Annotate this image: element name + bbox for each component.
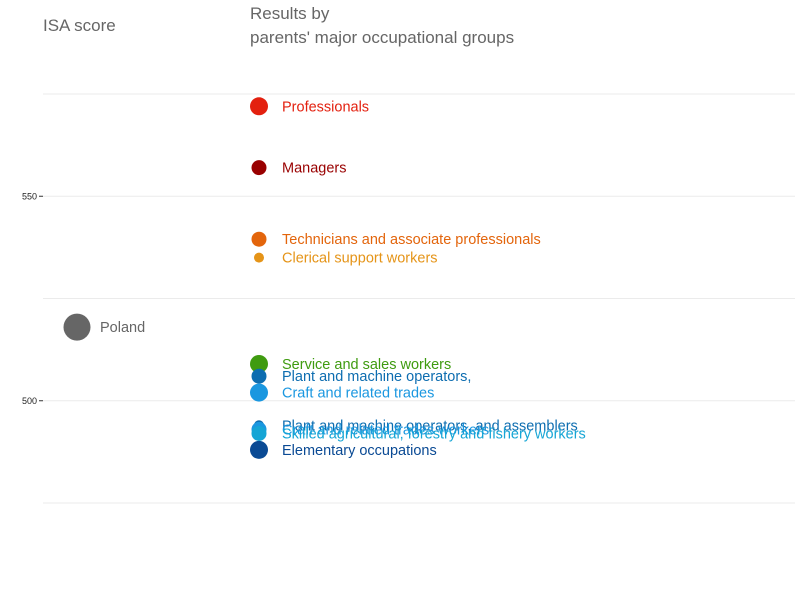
country-label: Poland — [100, 320, 145, 336]
y-tick-label: 550 — [22, 191, 37, 201]
group-point — [251, 368, 267, 384]
data-points: Poland Professionals Managers Technicians a… — [63, 97, 586, 459]
isa-score-chart: ISA score Results by parents' major occu… — [22, 4, 795, 504]
chart-title-line-1: Results by — [250, 4, 330, 23]
group-point — [251, 425, 267, 441]
group-point — [250, 383, 268, 402]
group-label: Clerical support workers — [282, 251, 438, 267]
group-point — [250, 440, 268, 459]
y-axis-ticks: 500 550 — [22, 191, 43, 406]
country-point — [63, 313, 91, 341]
group-point — [254, 252, 264, 263]
y-axis-title: ISA score — [43, 16, 116, 35]
group-label: Managers — [282, 161, 346, 177]
group-label: Skilled agricultural, forestry and fishe… — [282, 426, 586, 442]
group-point — [251, 160, 267, 176]
group-label: Technicians and associate professionals — [282, 232, 541, 248]
group-point — [250, 97, 268, 116]
chart-title-line-2: parents' major occupational groups — [250, 28, 514, 47]
y-tick-label: 500 — [22, 396, 37, 406]
group-label: Professionals — [282, 99, 369, 115]
group-label: Craft and related trades — [282, 386, 434, 402]
group-label: Elementary occupations — [282, 443, 437, 459]
group-point — [251, 231, 267, 247]
group-label: Plant and machine operators, — [282, 369, 471, 385]
